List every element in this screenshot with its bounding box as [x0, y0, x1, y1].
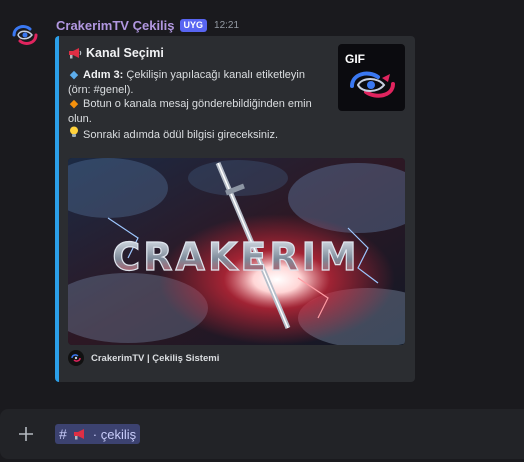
step-label: Adım 3: — [83, 69, 124, 81]
plus-icon — [19, 427, 33, 441]
message-timestamp[interactable]: 12:21 — [214, 20, 239, 31]
app-badge: UYG — [179, 18, 208, 32]
embed-title-text: Kanal Seçimi — [86, 46, 164, 60]
embed-title: Kanal Seçimi — [68, 46, 164, 60]
permission-text: Botun o kanala mesaj gönderebildiğinden … — [68, 98, 312, 125]
footer-logo-icon — [68, 350, 84, 366]
megaphone-icon — [69, 48, 82, 59]
message-header: CrakerimTV Çekiliş UYG 12:21 — [56, 16, 239, 34]
embed-image[interactable]: CRAKERIM — [68, 158, 405, 345]
megaphone-icon — [73, 429, 84, 440]
crakerim-logo-icon — [350, 71, 395, 98]
permission-line: ◆ Botun o kanala mesaj gönderebildiğinden… — [68, 97, 326, 126]
banner-title-text: CRAKERIM — [112, 235, 359, 279]
crakerim-banner-image: CRAKERIM — [68, 158, 405, 345]
add-attachment-button[interactable] — [15, 423, 37, 445]
crakerim-logo-icon — [12, 25, 38, 45]
blue-diamond-icon: ◆ — [69, 69, 79, 81]
embed-description: ◆ Adım 3: Çekilişin yapılacağı kanalı eti… — [68, 68, 326, 143]
lightbulb-icon — [68, 126, 80, 143]
embed-footer: CrakerimTV | Çekiliş Sistemi — [68, 350, 219, 366]
channel-mention-label: · çekiliş — [92, 426, 137, 442]
footer-text: CrakerimTV | Çekiliş Sistemi — [91, 352, 220, 364]
channel-mention[interactable]: # · çekiliş — [55, 424, 141, 444]
embed-thumbnail[interactable]: GIF — [338, 44, 405, 111]
message-composer[interactable]: # · çekiliş — [0, 409, 524, 459]
step-line: ◆ Adım 3: Çekilişin yapılacağı kanalı eti… — [68, 68, 326, 97]
next-step-line: Sonraki adımda ödül bilgisi gireceksiniz… — [68, 126, 326, 143]
author-name[interactable]: CrakerimTV Çekiliş — [56, 18, 175, 33]
hash-icon: # — [59, 426, 67, 442]
bot-avatar[interactable] — [8, 18, 42, 52]
orange-diamond-icon: ◆ — [69, 98, 79, 110]
embed-card: Kanal Seçimi ◆ Adım 3: Çekilişin yapılaca… — [55, 36, 415, 382]
next-step-text: Sonraki adımda ödül bilgisi gireceksiniz… — [83, 129, 279, 141]
